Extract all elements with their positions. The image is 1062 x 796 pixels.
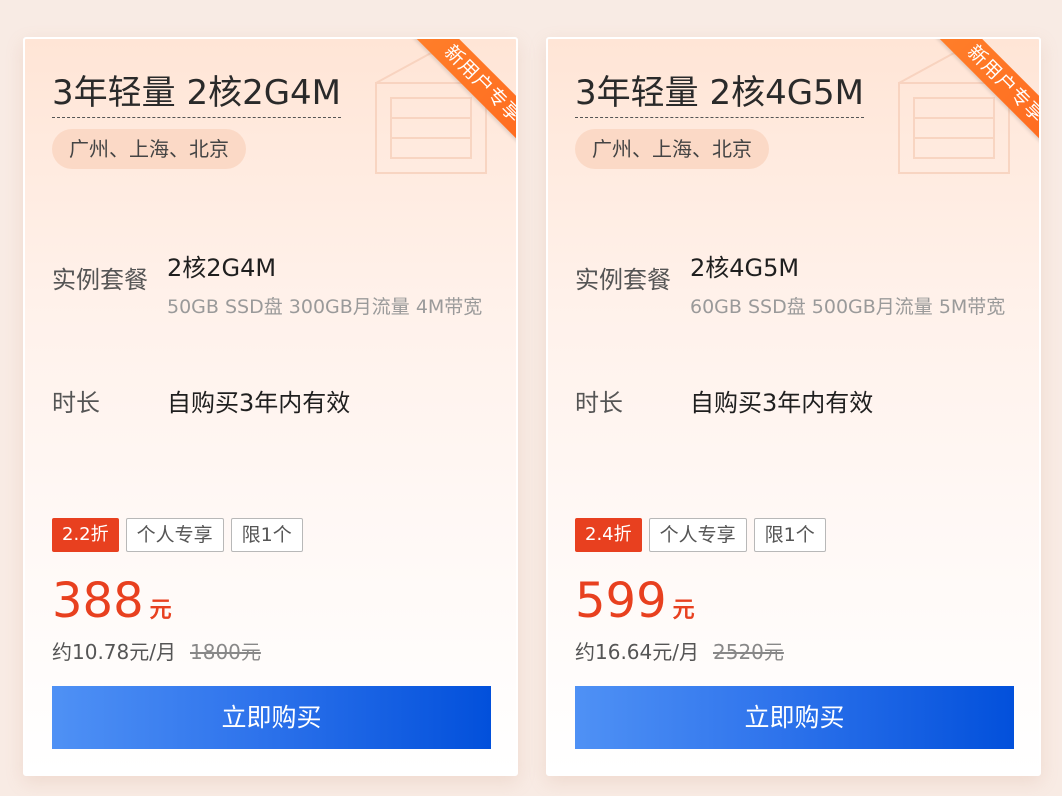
spec-detail: 60GB SSD盘 500GB月流量 5M带宽 [690, 296, 1006, 318]
monthly-price-line: 约10.78元/月 1800元 [52, 636, 261, 665]
price-unit: 元 [149, 598, 172, 623]
price-unit: 元 [672, 598, 695, 623]
tag-list: 2.2折 个人专享 限1个 [52, 518, 303, 552]
product-card-2: 新用户专享 3年轻量 2核4G5M 广州、上海、北京 实例套餐 2核4G5M 6… [546, 37, 1041, 776]
limit-tag: 限1个 [753, 518, 826, 552]
discount-tag: 2.4折 [575, 518, 642, 552]
price: 388 元 [52, 573, 172, 629]
spec-detail: 50GB SSD盘 300GB月流量 4M带宽 [167, 296, 483, 318]
price-amount: 388 [52, 573, 144, 629]
price-amount: 599 [575, 573, 667, 629]
spec-value: 2核4G5M [690, 254, 800, 282]
region-badge: 广州、上海、北京 [575, 129, 769, 169]
buy-now-button[interactable]: 立即购买 [52, 686, 491, 749]
tag-list: 2.4折 个人专享 限1个 [575, 518, 826, 552]
product-card-1: 新用户专享 3年轻量 2核2G4M 广州、上海、北京 实例套餐 2核2G4M 5… [23, 37, 518, 776]
discount-tag: 2.2折 [52, 518, 119, 552]
duration-value: 自购买3年内有效 [690, 389, 874, 417]
spec-value: 2核2G4M [167, 254, 277, 282]
duration-label: 时长 [52, 389, 100, 417]
duration-label: 时长 [575, 389, 623, 417]
new-user-ribbon: 新用户专享 [911, 39, 1039, 147]
new-user-ribbon: 新用户专享 [388, 39, 516, 147]
region-badge: 广州、上海、北京 [52, 129, 246, 169]
original-price: 1800元 [190, 640, 261, 664]
personal-only-tag: 个人专享 [648, 518, 747, 552]
plan-title[interactable]: 3年轻量 2核4G5M [575, 71, 865, 118]
ribbon-label: 新用户专享 [412, 39, 516, 147]
personal-only-tag: 个人专享 [125, 518, 224, 552]
limit-tag: 限1个 [230, 518, 303, 552]
buy-now-button[interactable]: 立即购买 [575, 686, 1014, 749]
duration-value: 自购买3年内有效 [167, 389, 351, 417]
monthly-price: 约10.78元/月 [52, 640, 176, 664]
monthly-price: 约16.64元/月 [575, 640, 699, 664]
price: 599 元 [575, 573, 695, 629]
monthly-price-line: 约16.64元/月 2520元 [575, 636, 784, 665]
ribbon-label: 新用户专享 [935, 39, 1039, 147]
spec-label: 实例套餐 [52, 266, 148, 294]
original-price: 2520元 [713, 640, 784, 664]
plan-title[interactable]: 3年轻量 2核2G4M [52, 71, 342, 118]
spec-label: 实例套餐 [575, 266, 671, 294]
